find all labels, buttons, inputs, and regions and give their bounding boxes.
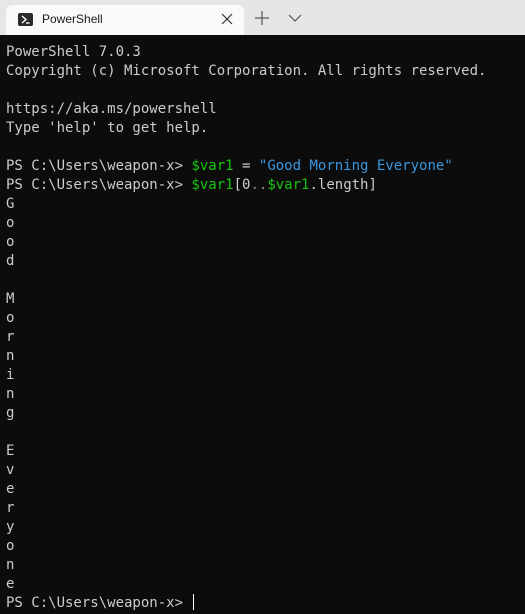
output-line: e: [6, 576, 15, 592]
banner-line: https://aka.ms/powershell: [6, 101, 217, 117]
bracket: [: [233, 177, 243, 193]
close-icon[interactable]: [220, 12, 234, 26]
banner-line: PowerShell 7.0.3: [6, 44, 141, 60]
output-line: g: [6, 405, 15, 421]
variable: $var1: [267, 177, 310, 193]
output-line: o: [6, 310, 15, 326]
banner-line: [6, 138, 525, 157]
command-line-1: PS C:\Users\weapon-x> $var1 = "Good Morn…: [6, 157, 525, 176]
output-line: n: [6, 386, 15, 402]
tab-title: PowerShell: [42, 12, 103, 26]
output-line: y: [6, 519, 15, 535]
banner-line: Copyright (c) Microsoft Corporation. All…: [6, 63, 487, 79]
output-line: n: [6, 557, 15, 573]
output-line: r: [6, 329, 15, 345]
banner-line: Type 'help' to get help.: [6, 120, 209, 136]
output-line: n: [6, 348, 15, 364]
output-line: o: [6, 234, 15, 250]
operator: =: [233, 158, 259, 174]
plus-icon[interactable]: [255, 11, 269, 25]
output-line: i: [6, 367, 15, 383]
output-line: E: [6, 443, 15, 459]
output-line: r: [6, 500, 15, 516]
tab-powershell[interactable]: PowerShell: [6, 5, 244, 35]
terminal-pane[interactable]: PowerShell 7.0.3 Copyright (c) Microsoft…: [0, 35, 525, 614]
chevron-down-icon[interactable]: [288, 13, 302, 23]
prompt: PS C:\Users\weapon-x>: [6, 158, 192, 174]
property: .length]: [309, 177, 377, 193]
title-bar: PowerShell: [0, 0, 525, 35]
powershell-icon: [18, 13, 33, 26]
range-operator: ..: [250, 177, 268, 193]
output-line: o: [6, 215, 15, 231]
variable: $var1: [191, 177, 234, 193]
banner-line: [6, 81, 525, 100]
output-line: d: [6, 253, 15, 269]
output-line: v: [6, 462, 15, 478]
output-line: G: [6, 196, 15, 212]
prompt: PS C:\Users\weapon-x>: [6, 177, 192, 193]
text-cursor: [193, 594, 195, 610]
output-line: o: [6, 538, 15, 554]
final-prompt-line[interactable]: PS C:\Users\weapon-x>: [6, 594, 525, 613]
string-literal: "Good Morning Everyone": [258, 158, 453, 174]
output-line: e: [6, 481, 15, 497]
output-line: M: [6, 291, 15, 307]
command-line-2: PS C:\Users\weapon-x> $var1[0..$var1.len…: [6, 176, 525, 195]
variable: $var1: [191, 158, 234, 174]
prompt: PS C:\Users\weapon-x>: [6, 595, 192, 611]
